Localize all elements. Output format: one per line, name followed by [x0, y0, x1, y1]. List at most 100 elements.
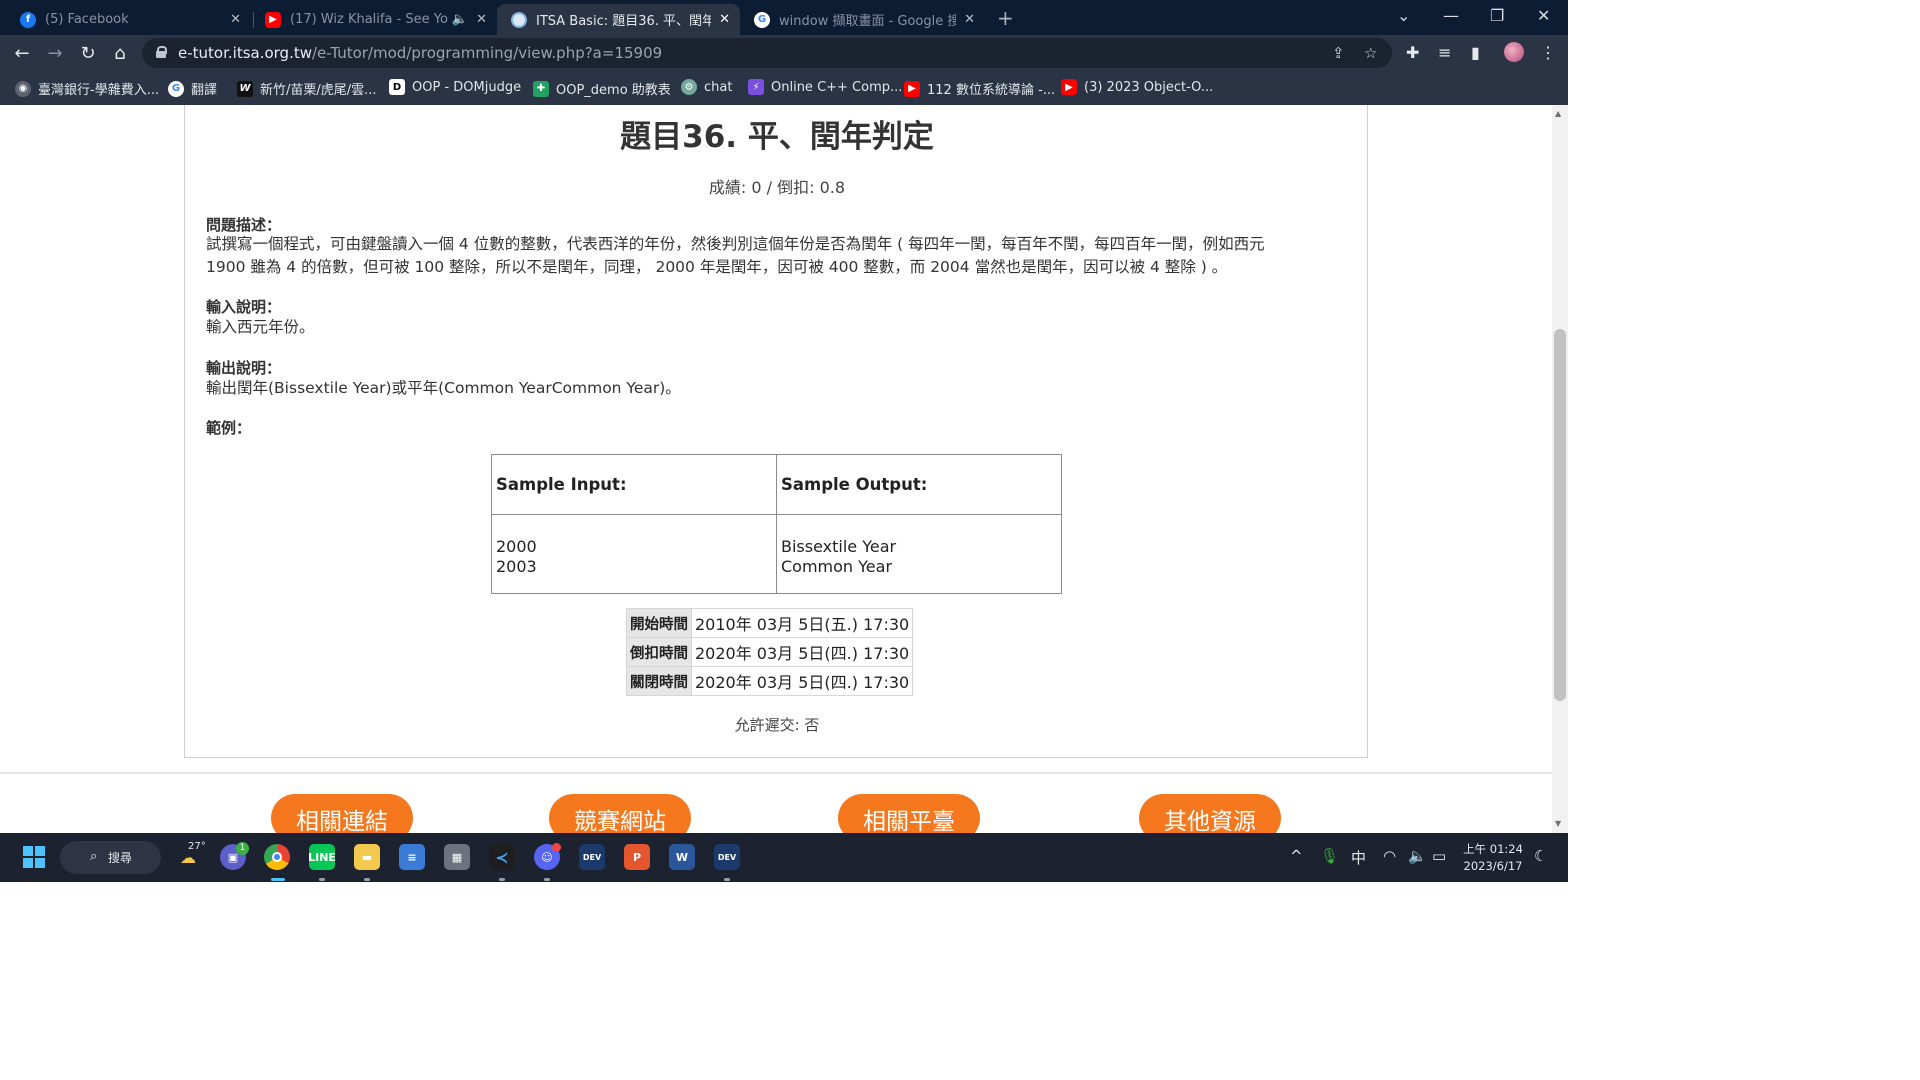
weather-temp: 27°: [188, 841, 206, 852]
bookmark-w[interactable]: W 新竹/苗栗/虎尾/雲...: [237, 79, 377, 98]
back-button[interactable]: ←: [11, 43, 33, 64]
bookmark-bank[interactable]: ◉ 臺灣銀行-學雜費入...: [15, 79, 159, 98]
input-text: 輸入西元年份。: [206, 318, 315, 336]
notification-badge: 1: [236, 842, 249, 855]
bank-icon: ◉: [15, 80, 31, 97]
app-indicator: [544, 878, 550, 881]
bookmark-label: OOP_demo 助教表: [556, 83, 671, 98]
bookmark-oop-demo[interactable]: ✚ OOP_demo 助教表: [533, 79, 671, 98]
sheets-icon: ✚: [533, 80, 549, 97]
bookmark-object-oriented[interactable]: ▶ (3) 2023 Object-O...: [1061, 79, 1213, 95]
close-icon[interactable]: ✕: [476, 12, 487, 27]
lock-icon[interactable]: [156, 46, 167, 58]
calculator-icon[interactable]: ▦: [444, 844, 470, 870]
side-panel-icon[interactable]: ▮: [1471, 43, 1480, 62]
tab-itsa[interactable]: ITSA Basic: 題目36. 平、閏年判定 ✕: [497, 4, 740, 35]
bookmark-online-cpp[interactable]: ⚡ Online C++ Comp...: [748, 79, 902, 95]
bookmark-domjudge[interactable]: D OOP - DOMjudge: [389, 79, 521, 95]
bookmark-translate[interactable]: G 翻譯: [168, 79, 217, 98]
table-row: 關閉時間 2020年 03月 5日(四.) 17:30: [626, 666, 914, 696]
reload-button[interactable]: ↻: [77, 43, 99, 64]
tab-google[interactable]: G window 擷取畫面 - Google 搜尋 ✕: [740, 4, 985, 35]
related-links-button[interactable]: 相關連結: [271, 794, 413, 833]
itsa-icon: [511, 11, 527, 28]
youtube-icon: ▶: [1061, 79, 1077, 95]
share-icon[interactable]: ⇪: [1332, 44, 1345, 62]
tab-facebook[interactable]: f (5) Facebook ✕: [6, 4, 251, 35]
google-icon: G: [754, 11, 770, 28]
domjudge-icon: D: [389, 79, 405, 95]
volume-icon[interactable]: 🔈: [1408, 847, 1427, 865]
description-line: 1900 雖為 4 的倍數，但可被 100 整除，所以不是閏年，同理， 2000…: [206, 258, 1228, 276]
taskbar-search[interactable]: ⌕ 搜尋: [60, 841, 161, 874]
word-icon[interactable]: W: [669, 844, 695, 870]
profile-avatar[interactable]: [1504, 42, 1524, 62]
battery-icon[interactable]: ▭: [1432, 847, 1446, 865]
focus-icon[interactable]: ☾: [1534, 847, 1547, 865]
address-bar[interactable]: e-tutor.itsa.org.tw/e-Tutor/mod/programm…: [142, 38, 1392, 68]
bookmark-digital-systems[interactable]: ▶ 112 數位系統導論 -...: [904, 79, 1055, 98]
close-icon[interactable]: ✕: [719, 12, 730, 27]
line-icon[interactable]: LINE: [308, 844, 336, 870]
sample-input-cell: 2000 2003: [491, 514, 777, 594]
schedule-table: 開始時間 2010年 03月 5日(五.) 17:30 倒扣時間 2020年 0…: [626, 608, 914, 696]
chrome-icon[interactable]: [264, 844, 290, 870]
tab-search-button[interactable]: ⌄: [1397, 6, 1410, 25]
windows-start-icon[interactable]: [21, 844, 47, 870]
url-text[interactable]: e-tutor.itsa.org.tw/e-Tutor/mod/programm…: [178, 44, 662, 62]
media-control-icon[interactable]: ≡: [1438, 43, 1451, 62]
new-tab-button[interactable]: +: [997, 6, 1014, 30]
page-scrollbar[interactable]: ▲ ▼: [1552, 105, 1568, 833]
tab-youtube[interactable]: ▶ (17) Wiz Khalifa - See You A 🔈 ✕: [251, 4, 497, 35]
file-explorer-icon[interactable]: ▬: [354, 844, 380, 870]
youtube-icon: ▶: [265, 11, 281, 28]
bolt-icon: ⚡: [748, 79, 764, 95]
star-icon[interactable]: ☆: [1364, 44, 1377, 62]
clock-date: 2023/6/17: [1463, 859, 1523, 873]
close-icon[interactable]: ✕: [964, 12, 975, 27]
sample-output-header: Sample Output:: [776, 454, 1062, 515]
other-resources-button[interactable]: 其他資源: [1139, 794, 1281, 833]
ime-indicator[interactable]: 中: [1351, 847, 1366, 868]
sample-input-header: Sample Input:: [491, 454, 777, 515]
notepad-icon[interactable]: ≡: [399, 844, 425, 870]
related-platform-button[interactable]: 相關平臺: [838, 794, 980, 833]
clock-time: 上午 01:24: [1463, 842, 1523, 856]
bookmark-label: (3) 2023 Object-O...: [1084, 79, 1214, 95]
page-title: 題目36. 平、閏年判定: [620, 119, 934, 155]
facebook-icon: f: [20, 11, 36, 28]
powerpoint-icon[interactable]: P: [624, 844, 650, 870]
menu-icon[interactable]: ⋮: [1540, 43, 1556, 62]
forward-button[interactable]: →: [44, 43, 66, 64]
bookmark-chat[interactable]: ⚙ chat: [681, 79, 732, 95]
description-line: 試撰寫一個程式，可由鍵盤讀入一個 4 位數的整數，代表西洋的年份，然後判別這個年…: [206, 235, 1265, 253]
scroll-down-arrow[interactable]: ▼: [1555, 819, 1561, 828]
w-logo-icon: W: [237, 80, 253, 97]
active-app-indicator: [271, 878, 285, 881]
devcpp-icon-2[interactable]: DEV: [714, 844, 740, 870]
close-window-button[interactable]: ✕: [1537, 6, 1550, 25]
close-icon[interactable]: ✕: [230, 12, 241, 27]
app-indicator: [499, 878, 505, 881]
contest-site-button[interactable]: 競賽網站: [549, 794, 691, 833]
scroll-up-arrow[interactable]: ▲: [1555, 109, 1561, 118]
speaker-icon[interactable]: 🔈: [452, 12, 468, 27]
devcpp-icon[interactable]: DEV: [579, 844, 605, 870]
bookmark-label: 翻譯: [191, 83, 218, 98]
bookmark-label: Online C++ Comp...: [771, 79, 903, 95]
start-time-label: 開始時間: [626, 608, 692, 638]
extensions-icon[interactable]: ✚: [1406, 43, 1419, 62]
chevron-up-icon[interactable]: ^: [1290, 847, 1303, 865]
youtube-icon: ▶: [904, 80, 920, 97]
microphone-icon[interactable]: 🎙: [1320, 847, 1339, 865]
sample-output-cell: Bissextile Year Common Year: [776, 514, 1062, 594]
clock[interactable]: 上午 01:24 2023/6/17: [1459, 841, 1527, 875]
browser-toolbar: ← → ↻ ⌂ e-tutor.itsa.org.tw/e-Tutor/mod/…: [0, 35, 1568, 71]
wifi-icon[interactable]: ◠: [1383, 847, 1396, 865]
minimize-button[interactable]: —: [1443, 6, 1459, 25]
scrollbar-thumb[interactable]: [1554, 329, 1566, 701]
vscode-icon[interactable]: ≺: [489, 844, 515, 870]
restore-button[interactable]: ❐: [1490, 6, 1504, 25]
sample-table: Sample Input: Sample Output: 2000 2003 B…: [491, 454, 1062, 594]
home-button[interactable]: ⌂: [109, 43, 131, 64]
